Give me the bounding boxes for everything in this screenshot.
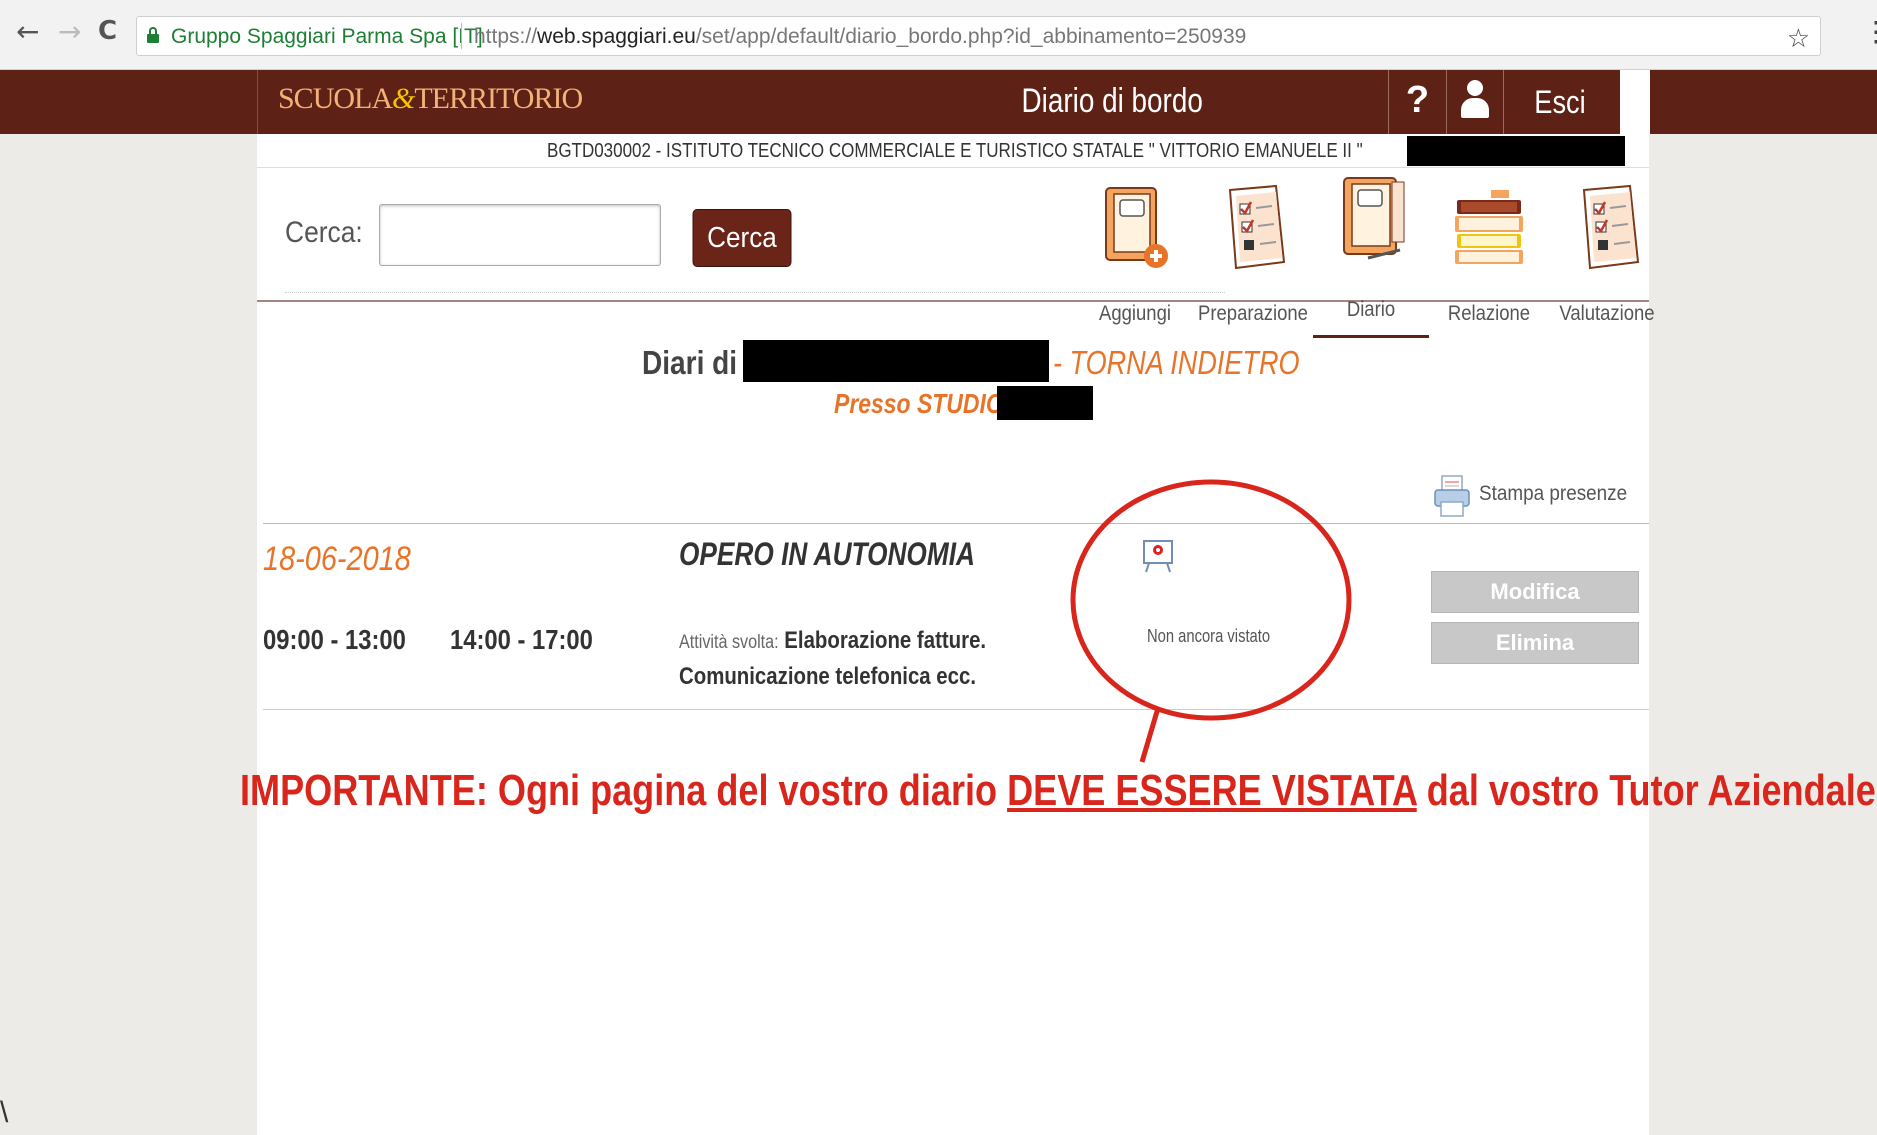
bookmark-star-icon[interactable]: ☆ [1787, 23, 1810, 54]
scuola-territorio-logo[interactable]: SCUOLA&TERRITORIO [278, 82, 583, 116]
forward-icon[interactable]: → [58, 18, 81, 46]
app-header: SCUOLA&TERRITORIO Diario di bordo ? Esci [0, 70, 1877, 134]
school-name: BGTD030002 - ISTITUTO TECNICO COMMERCIAL… [547, 140, 1363, 162]
notebook-icon [1343, 177, 1405, 260]
logout-button[interactable]: Esci [1512, 70, 1607, 134]
entry-title: OPERO IN AUTONOMIA [679, 536, 975, 572]
corner-mark: \ [0, 1096, 9, 1129]
browser-menu-icon[interactable]: ⋮ [1862, 18, 1877, 46]
row-divider [263, 523, 1649, 524]
search-label: Cerca: [285, 216, 363, 249]
user-icon[interactable] [1446, 70, 1504, 134]
help-button[interactable]: ? [1388, 70, 1446, 134]
checklist-icon [1582, 184, 1640, 270]
status-text: Non ancora vistato [1147, 626, 1271, 646]
school-bar: BGTD030002 - ISTITUTO TECNICO COMMERCIAL… [257, 134, 1649, 168]
browser-toolbar: ← → C Gruppo Spaggiari Parma Spa [IT] ht… [0, 0, 1877, 70]
header-white-tab [1620, 70, 1650, 134]
toolbar-label: Valutazione [1559, 302, 1655, 325]
toolbar-label: Relazione [1447, 302, 1531, 325]
toolbar-item-relazione[interactable]: Relazione [1431, 172, 1547, 338]
page-title: Diario di bordo [1021, 82, 1203, 120]
checklist-icon [1228, 184, 1286, 270]
redacted-block [743, 340, 1049, 382]
flag-board-icon [1143, 540, 1173, 573]
toolbar-item-preparazione[interactable]: Preparazione [1195, 172, 1311, 338]
entry-time-morning: 09:00 - 13:00 [263, 624, 406, 655]
toolbar-item-aggiungi[interactable]: Aggiungi [1077, 172, 1193, 338]
site-identity: Gruppo Spaggiari Parma Spa [IT] [171, 25, 483, 48]
url-separator [461, 23, 462, 49]
annotation-text: IMPORTANTE: Ogni pagina del vostro diari… [240, 766, 1876, 815]
toolbar-divider [257, 300, 1649, 302]
url-text[interactable]: https://web.spaggiari.eu/set/app/default… [474, 25, 1246, 49]
toolbar-item-valutazione[interactable]: Valutazione [1549, 172, 1665, 338]
redacted-block [1407, 136, 1625, 166]
toolbar-item-diario[interactable]: Diario [1313, 172, 1429, 338]
printer-icon [1434, 475, 1470, 517]
print-label: Stampa presenze [1479, 482, 1628, 505]
address-bar[interactable]: Gruppo Spaggiari Parma Spa [IT] https://… [136, 16, 1821, 56]
search-input[interactable] [379, 204, 661, 266]
lock-icon [147, 27, 159, 43]
entry-date: 18-06-2018 [263, 540, 411, 578]
toolbar-label: Preparazione [1198, 302, 1308, 325]
reload-icon[interactable]: C [98, 18, 117, 44]
entry-time-afternoon: 14:00 - 17:00 [450, 624, 593, 655]
back-link[interactable]: - TORNA INDIETRO [1053, 344, 1300, 382]
books-icon [1455, 190, 1523, 264]
edit-button[interactable]: Modifica [1431, 571, 1639, 613]
redacted-block [997, 386, 1093, 420]
notebook-plus-icon [1105, 187, 1168, 268]
back-icon[interactable]: ← [16, 18, 39, 46]
diari-label: Diari di [642, 344, 738, 381]
main-content: BGTD030002 - ISTITUTO TECNICO COMMERCIAL… [257, 134, 1655, 1135]
toolbar-label: Aggiungi [1099, 302, 1171, 325]
row-divider [263, 709, 1649, 710]
presso-label: Presso STUDIO [834, 388, 1004, 419]
entry-activity: Attività svolta: Elaborazione fatture. C… [679, 627, 987, 690]
delete-button[interactable]: Elimina [1431, 622, 1639, 664]
search-button[interactable]: Cerca [692, 209, 792, 267]
